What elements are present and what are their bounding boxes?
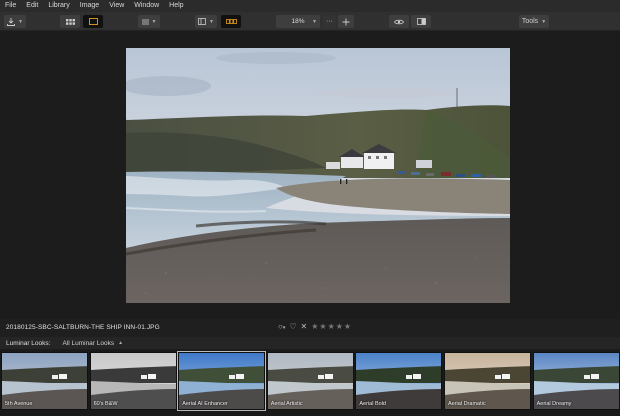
chevron-down-icon: ▼: [312, 18, 317, 25]
favorite-heart-icon[interactable]: ♡: [289, 322, 296, 331]
zoom-value: 18%: [291, 18, 305, 25]
look-tile-aerial-ai-enhancer[interactable]: Aerial AI Enhancer: [177, 351, 267, 411]
looks-label: Luminar Looks:: [6, 339, 51, 347]
star-4-icon[interactable]: ★: [336, 322, 343, 331]
look-name: Aerial Dreamy: [536, 401, 572, 407]
eye-icon: [394, 19, 404, 24]
menu-library[interactable]: Library: [48, 0, 69, 12]
compare-split-button[interactable]: [221, 15, 241, 28]
zoom-fit-button[interactable]: ···: [323, 15, 336, 28]
image-info-bar: 20180125-SBC-SALTBURN-THE SHIP INN-01.JP…: [0, 319, 620, 337]
compare-button[interactable]: [411, 15, 431, 28]
looks-category-value: All Luminar Looks: [62, 339, 115, 347]
look-name: Aerial Dramatic: [448, 401, 486, 407]
zoom-select[interactable]: 18% ▼: [276, 15, 320, 28]
looks-category-select[interactable]: All Luminar Looks ▲: [62, 340, 123, 347]
reject-x-icon[interactable]: ✕: [301, 322, 308, 331]
tools-menu-button[interactable]: Tools ▼: [519, 15, 549, 28]
plus-icon: [342, 18, 350, 25]
look-tile-aerial-bold[interactable]: Aerial Bold: [355, 352, 443, 410]
look-tile-aerial-artistic[interactable]: Aerial Artistic: [266, 352, 354, 410]
look-tile-60-s-b-w[interactable]: 60's B&W: [89, 352, 177, 410]
look-name: 5th Avenue: [5, 401, 33, 407]
rating-controls: ○▾ ♡ ✕ ★ ★ ★ ★ ★: [278, 322, 351, 331]
chevron-down-icon: ▼: [541, 18, 547, 25]
toolbar: ▼ ▼ ▼ 18% ▼ ··· Tools ▼: [0, 12, 620, 31]
look-name: Aerial Artistic: [270, 401, 303, 407]
menu-window[interactable]: Window: [134, 0, 159, 12]
zoom-fit-label: ···: [326, 18, 333, 25]
look-name: 60's B&W: [93, 401, 118, 407]
menu-edit[interactable]: Edit: [26, 0, 38, 12]
panel-layout-button[interactable]: ▼: [195, 15, 217, 28]
menu-bar: File Edit Library Image View Window Help: [0, 0, 620, 12]
single-image-view-button[interactable]: [83, 15, 103, 28]
star-5-icon[interactable]: ★: [344, 322, 351, 331]
main-photo[interactable]: [126, 48, 510, 303]
looks-bar: Luminar Looks: All Luminar Looks ▲: [0, 337, 620, 349]
look-tile-5th-avenue[interactable]: 5th Avenue: [1, 352, 88, 410]
sidebar-icon: [198, 18, 206, 25]
looks-filmstrip: 5th Avenue 60's B&W Aerial AI Enhancer Aeri…: [0, 350, 620, 416]
menu-view[interactable]: View: [109, 0, 124, 12]
star-1-icon[interactable]: ★: [311, 322, 318, 331]
menu-file[interactable]: File: [5, 0, 16, 12]
import-button[interactable]: ▼: [4, 15, 26, 28]
library-view-button[interactable]: [60, 15, 80, 28]
chevron-down-icon: ▼: [209, 18, 214, 25]
zoom-in-button[interactable]: [338, 15, 354, 28]
filmstrip-icon: [225, 19, 237, 24]
chevron-up-icon: ▲: [118, 340, 124, 346]
photo-image: [126, 48, 510, 303]
look-tile-aerial-dramatic[interactable]: Aerial Dramatic: [444, 352, 531, 410]
single-image-icon: [88, 18, 98, 25]
look-tile-aerial-dreamy[interactable]: Aerial Dreamy: [532, 352, 620, 410]
look-name: Aerial AI Enhancer: [182, 401, 228, 407]
list-icon: [141, 19, 149, 24]
download-icon: [7, 17, 15, 26]
chevron-down-icon: ▼: [18, 18, 23, 25]
presets-menu-button[interactable]: ▼: [138, 15, 160, 28]
star-3-icon[interactable]: ★: [328, 322, 335, 331]
chevron-down-icon: ▼: [151, 18, 157, 25]
color-label-icon[interactable]: ○▾: [278, 322, 285, 331]
preview-toggle-button[interactable]: [389, 15, 409, 28]
tools-label: Tools: [521, 18, 539, 25]
star-2-icon[interactable]: ★: [319, 322, 326, 331]
compare-icon: [416, 18, 426, 25]
grid-icon: [65, 18, 75, 25]
look-name: Aerial Bold: [359, 401, 386, 407]
image-filename: 20180125-SBC-SALTBURN-THE SHIP INN-01.JP…: [6, 324, 160, 331]
menu-image[interactable]: Image: [80, 0, 99, 12]
menu-help[interactable]: Help: [169, 0, 183, 12]
image-canvas[interactable]: [0, 32, 620, 319]
